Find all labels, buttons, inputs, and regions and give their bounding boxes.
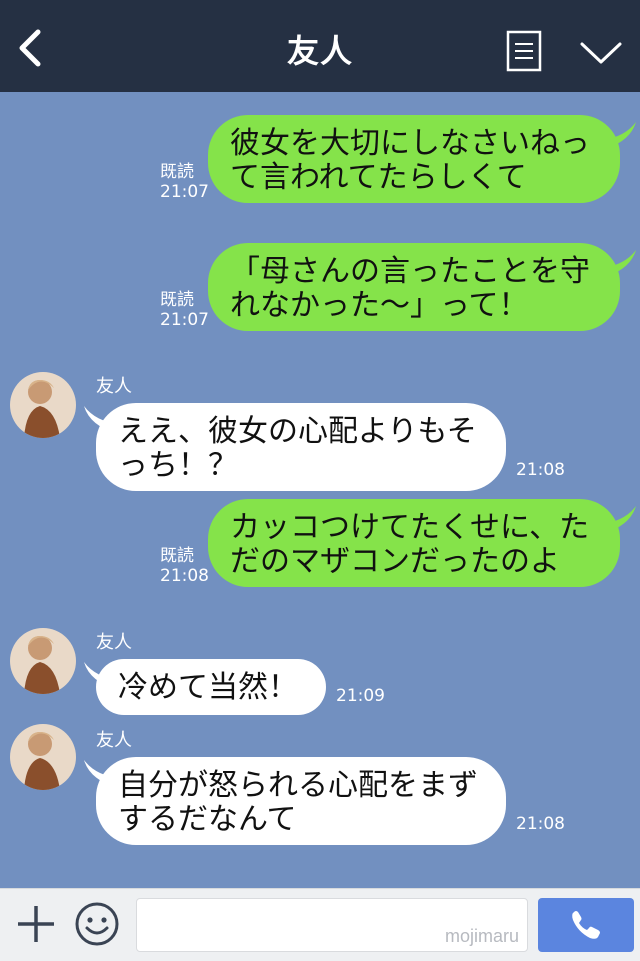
message-time: 21:07	[160, 310, 209, 330]
message-bubble[interactable]: 冷めて当然！	[96, 659, 326, 715]
message-text: 彼女を大切にしなさいねっ て言われてたらしくて	[230, 126, 590, 195]
message-time: 21:08	[160, 566, 209, 586]
avatar-image	[10, 724, 76, 790]
add-button[interactable]	[16, 904, 56, 944]
read-status: 既読	[160, 290, 194, 310]
sender-name: 友人	[96, 632, 132, 653]
smiley-icon	[75, 902, 119, 946]
call-button[interactable]	[538, 898, 634, 952]
note-icon	[506, 30, 542, 72]
read-status: 既読	[160, 162, 194, 182]
message-time: 21:08	[516, 460, 565, 480]
message-bubble[interactable]: 自分が怒られる心配をまず するだなんて	[96, 757, 506, 845]
chat-area[interactable]: 既読 21:07 彼女を大切にしなさいねっ て言われてたらしくて 既読 21:0…	[0, 92, 640, 888]
message-bubble[interactable]: 「母さんの言ったことを守 れなかった〜」って！	[208, 243, 620, 331]
message-bubble[interactable]: 彼女を大切にしなさいねっ て言われてたらしくて	[208, 115, 620, 203]
sender-name: 友人	[96, 730, 132, 751]
memo-button[interactable]	[506, 30, 542, 72]
avatar-image	[10, 372, 76, 438]
plus-icon	[18, 906, 54, 942]
sender-name: 友人	[96, 376, 132, 397]
message-text: ええ、彼女の心配よりもそ っち！？	[118, 414, 477, 483]
watermark-text: mojimaru	[444, 926, 519, 946]
message-bubble[interactable]: ええ、彼女の心配よりもそ っち！？	[96, 403, 506, 491]
message-time: 21:07	[160, 182, 209, 202]
message-time: 21:09	[336, 686, 385, 706]
message-input[interactable]: mojimaru	[136, 898, 528, 952]
read-status: 既読	[160, 546, 194, 566]
message-text: 冷めて当然！	[118, 670, 298, 705]
avatar-image	[10, 628, 76, 694]
phone-icon	[572, 911, 600, 939]
avatar[interactable]	[10, 628, 76, 694]
message-text: カッコつけてたくせに、た だのマザコンだったのよ	[230, 510, 590, 579]
emoji-button[interactable]	[74, 901, 120, 947]
message-text: 「母さんの言ったことを守 れなかった〜」って！	[230, 254, 590, 323]
message-time: 21:08	[516, 814, 565, 834]
message-bubble[interactable]: カッコつけてたくせに、た だのマザコンだったのよ	[208, 499, 620, 587]
menu-button[interactable]	[578, 34, 624, 70]
chat-title: 友人	[286, 32, 353, 70]
chevron-down-icon	[580, 42, 622, 64]
avatar[interactable]	[10, 372, 76, 438]
input-bar: mojimaru	[0, 888, 640, 961]
chat-header: 友人	[0, 0, 640, 92]
message-text: 自分が怒られる心配をまず するだなんて	[118, 768, 478, 837]
avatar[interactable]	[10, 724, 76, 790]
